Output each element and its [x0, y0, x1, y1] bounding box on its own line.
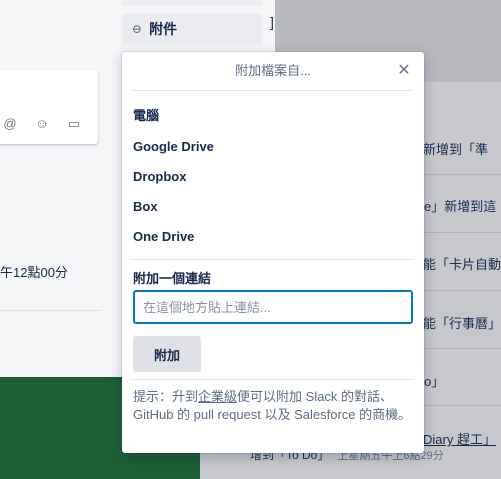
activity-glyph: ]: [270, 14, 274, 30]
attachment-button[interactable]: ⊘ 附件: [122, 13, 262, 45]
source-box[interactable]: Box: [133, 199, 158, 214]
activity-timestamp: 午12點00分: [0, 265, 68, 280]
enterprise-link[interactable]: 企業級: [198, 389, 237, 404]
tip-text: 提示：升到企業級便可以附加 Slack 的對話、GitHub 的 pull re…: [133, 388, 415, 424]
source-one-drive[interactable]: One Drive: [133, 229, 194, 244]
attach-button[interactable]: 附加: [133, 336, 201, 372]
activity-separator: [423, 405, 501, 406]
activity-line: 能「卡片自動: [423, 257, 501, 272]
source-dropbox[interactable]: Dropbox: [133, 169, 186, 184]
attach-popover: 附加檔案自... ✕ 電腦 Google Drive Dropbox Box O…: [122, 52, 424, 453]
activity-separator: [423, 290, 501, 291]
activity-line: o」: [424, 374, 445, 389]
divider: [132, 379, 413, 380]
card-icon[interactable]: ▭: [66, 116, 82, 132]
divider: [132, 259, 413, 260]
sidebar-button[interactable]: [122, 0, 262, 6]
divider: [0, 310, 102, 311]
activity-separator: [423, 174, 501, 175]
activity-separator: [423, 232, 501, 233]
close-icon[interactable]: ✕: [394, 61, 414, 81]
activity-line: e」新增到這: [424, 199, 497, 214]
activity-separator: [423, 348, 501, 349]
at-icon[interactable]: @: [2, 116, 18, 132]
popover-title: 附加檔案自...: [235, 63, 311, 78]
link-input[interactable]: [133, 290, 413, 324]
divider: [132, 90, 413, 91]
attachment-button-label: 附件: [149, 21, 178, 37]
source-computer[interactable]: 電腦: [133, 105, 159, 124]
smiley-icon[interactable]: ☺: [34, 116, 50, 132]
activity-line: 新增到「準: [423, 142, 489, 157]
activity-line: 能「行事曆」: [423, 316, 501, 331]
tip-prefix: 提示：升到: [133, 389, 199, 404]
comment-box[interactable]: @ ☺ ▭: [0, 70, 98, 144]
source-google-drive[interactable]: Google Drive: [133, 139, 214, 154]
paperclip-icon: ⊘: [128, 20, 146, 38]
link-heading: 附加一個連結: [133, 271, 212, 286]
